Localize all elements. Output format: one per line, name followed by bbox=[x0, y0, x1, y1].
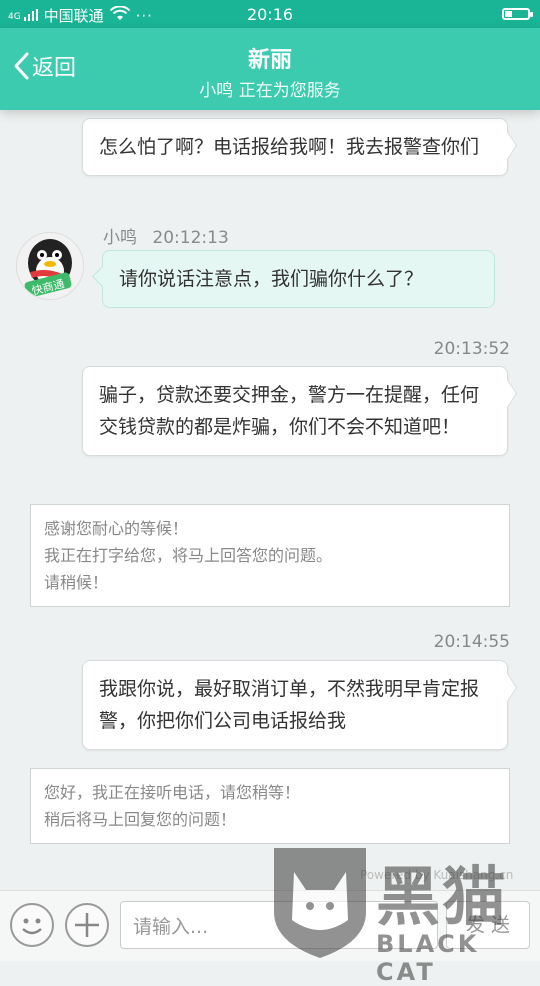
emoji-icon bbox=[22, 918, 42, 935]
avatar[interactable]: 快商通 bbox=[16, 232, 84, 300]
message-timestamp: 20:13:52 bbox=[433, 339, 510, 359]
status-time: 20:16 bbox=[246, 5, 294, 24]
message-text: 怎么怕了啊？电话报给我啊！我去报警查你们 bbox=[99, 136, 480, 158]
agent-message: 请你说话注意点，我们骗你什么了？ bbox=[102, 250, 495, 308]
nav-bar: 返回 新丽 小鸣 正在为您服务 bbox=[0, 28, 540, 110]
powered-by: Powered by Kuaishang.cn bbox=[360, 868, 514, 882]
input-bar: 请输入... 发 送 bbox=[0, 890, 540, 961]
notice-line: 请稍候！ bbox=[44, 573, 109, 592]
notice-line: 稍后将马上回复您的问题！ bbox=[44, 810, 237, 829]
battery-icon bbox=[502, 8, 533, 20]
agent-timestamp: 20:12:13 bbox=[152, 228, 229, 248]
page-title: 新丽 bbox=[247, 48, 292, 73]
notice-line: 您好，我正在接听电话，请您稍等！ bbox=[44, 783, 301, 802]
notice-line: 感谢您耐心的等候！ bbox=[44, 519, 189, 538]
status-bar: 4G 中国联通 ··· 20:16 bbox=[0, 0, 540, 28]
message-timestamp: 20:14:55 bbox=[433, 632, 510, 652]
notice-line: 我正在打字给您，将马上回答您的问题。 bbox=[44, 546, 333, 565]
auto-reply-notice: 感谢您耐心的等候！ 我正在打字给您，将马上回答您的问题。 请稍候！ bbox=[30, 504, 510, 607]
user-message: 我跟你说，最好取消订单，不然我明早肯定报警，你把你们公司电话报给我 bbox=[82, 660, 508, 750]
agent-name: 小鸣 bbox=[103, 228, 137, 248]
agent-status: 小鸣 正在为您服务 bbox=[199, 81, 341, 101]
agent-name-line: 小鸣 20:12:13 bbox=[103, 223, 229, 248]
message-text: 我跟你说，最好取消订单，不然我明早肯定报警，你把你们公司电话报给我 bbox=[99, 678, 480, 732]
more-button[interactable] bbox=[65, 903, 109, 947]
user-message: 怎么怕了啊？电话报给我啊！我去报警查你们 bbox=[82, 118, 508, 176]
message-text: 请你说话注意点，我们骗你什么了？ bbox=[119, 268, 424, 290]
input-placeholder: 请输入... bbox=[133, 916, 209, 938]
auto-reply-notice: 您好，我正在接听电话，请您稍等！ 稍后将马上回复您的问题！ bbox=[30, 768, 510, 844]
message-text: 骗子，贷款还要交押金，警方一在提醒，任何交钱贷款的都是炸骗，你们不会不知道吧！ bbox=[99, 384, 480, 438]
plus-icon bbox=[75, 913, 99, 937]
user-message: 骗子，贷款还要交押金，警方一在提醒，任何交钱贷款的都是炸骗，你们不会不知道吧！ bbox=[82, 366, 508, 456]
battery-level bbox=[505, 11, 513, 17]
message-input[interactable]: 请输入... bbox=[120, 901, 438, 949]
send-button[interactable]: 发 送 bbox=[446, 901, 530, 949]
agent-avatar-icon: 快商通 bbox=[24, 239, 72, 298]
emoji-button[interactable] bbox=[10, 903, 54, 947]
